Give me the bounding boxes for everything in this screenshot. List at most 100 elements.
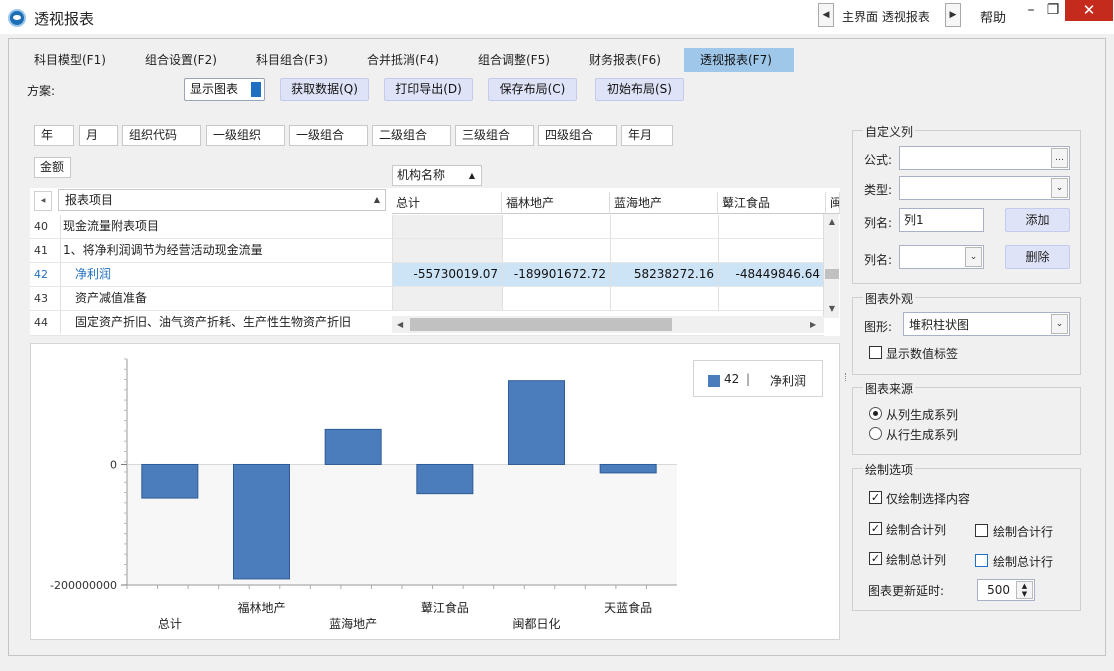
init-layout-button[interactable]: 初始布局(S) (595, 78, 684, 101)
field-combo-l1[interactable]: 一级组合 (289, 125, 368, 146)
cell[interactable] (610, 287, 718, 310)
cell[interactable] (610, 239, 718, 262)
tab-pivot-report[interactable]: 透视报表(F7) (684, 48, 794, 72)
bar[interactable] (599, 463, 657, 474)
draw-total-row-checkbox[interactable] (975, 554, 988, 567)
field-combo-l4[interactable]: 四级组合 (538, 125, 617, 146)
cell[interactable]: -189901672.72 (502, 263, 610, 286)
print-export-button[interactable]: 打印导出(D) (384, 78, 473, 101)
legend-index: 42 (724, 372, 740, 386)
tab-subject-combo[interactable]: 科目组合(F3) (248, 48, 336, 72)
scroll-left-icon[interactable]: ◀ (397, 316, 403, 333)
tab-combo-settings[interactable]: 组合设置(F2) (137, 48, 225, 72)
scroll-down-icon[interactable]: ▼ (824, 304, 840, 313)
appearance-caption: 图表外观 (863, 290, 916, 307)
cell[interactable]: 58238272.16 (610, 263, 718, 286)
shape-select[interactable]: 堆积柱状图 ⌄ (903, 312, 1070, 336)
table-row[interactable]: 41 1、将净利润调节为经营活动现金流量 (30, 239, 824, 263)
save-layout-button[interactable]: 保存布局(C) (488, 78, 577, 101)
chart-legend: 42 | 净利润 (693, 360, 823, 397)
table-row[interactable]: 43 资产减值准备 (30, 287, 824, 311)
window-title: 透视报表 (34, 10, 95, 28)
draw-sum-row-label: 绘制合计行 (993, 525, 1054, 539)
bar[interactable] (508, 380, 565, 465)
cell-total[interactable] (392, 239, 502, 262)
col-header-mindu[interactable]: 闽 (826, 192, 840, 214)
bar[interactable] (416, 463, 474, 495)
scroll-up-icon[interactable]: ▲ (824, 217, 840, 226)
add-column-button[interactable]: 添加 (1005, 208, 1070, 232)
field-combo-l3[interactable]: 三级组合 (455, 125, 534, 146)
cell[interactable] (502, 239, 610, 262)
cell[interactable] (718, 287, 824, 310)
cell[interactable] (718, 215, 824, 238)
show-labels-checkbox[interactable] (869, 346, 882, 359)
cell[interactable]: -48449846.64 (718, 263, 824, 286)
tab-financial-report[interactable]: 财务报表(F6) (581, 48, 669, 72)
cell[interactable] (502, 215, 610, 238)
cell-total[interactable] (392, 215, 502, 238)
show-chart-toggle[interactable]: 显示图表 (184, 78, 265, 101)
draw-sum-col-checkbox[interactable]: ✓ (869, 522, 882, 535)
ellipsis-icon[interactable]: … (1051, 148, 1068, 168)
cell-total[interactable]: -55730019.07 (392, 263, 502, 286)
tab-consolidation[interactable]: 合并抵消(F4) (359, 48, 447, 72)
cell[interactable] (502, 287, 610, 310)
from-rows-radio[interactable] (869, 427, 882, 440)
legend-swatch (708, 375, 720, 387)
type-select[interactable]: ⌄ (899, 176, 1070, 200)
field-org-l1[interactable]: 一级组织 (206, 125, 285, 146)
close-icon[interactable]: ✕ (1065, 0, 1113, 21)
spin-arrows-icon[interactable]: ▲ ▼ (1016, 581, 1033, 599)
bar[interactable] (233, 463, 290, 580)
colname-input[interactable]: 列1 (899, 208, 984, 232)
delete-column-button[interactable]: 删除 (1005, 245, 1070, 269)
chevron-down-icon[interactable]: ⌄ (1051, 314, 1068, 334)
horizontal-scrollbar[interactable]: ◀ ▶ (392, 316, 824, 333)
chevron-down-icon[interactable]: ⌄ (965, 247, 982, 267)
table-row-selected[interactable]: 42 净利润 -55730019.07 -189901672.72 582382… (30, 263, 824, 287)
scroll-thumb[interactable] (825, 269, 839, 279)
field-org-code[interactable]: 组织代码 (122, 125, 201, 146)
col-header-total[interactable]: 总计 (392, 192, 502, 214)
restore-icon[interactable]: ❐ (1040, 0, 1066, 22)
formula-input[interactable]: … (899, 146, 1070, 170)
splitter-handle[interactable] (845, 373, 848, 381)
data-field-amount[interactable]: 金额 (34, 157, 71, 178)
vertical-scrollbar[interactable]: ▲ ▼ (823, 214, 839, 318)
row-label: 现金流量附表项目 (60, 215, 392, 238)
cell-total[interactable] (392, 287, 502, 310)
nav-forward-icon[interactable]: ▶ (945, 3, 961, 27)
colname2-label: 列名: (864, 253, 893, 267)
column-field-institution[interactable]: 机构名称 ▲ (392, 165, 482, 186)
col-header-fulin[interactable]: 福林地产 (502, 192, 610, 214)
colname-label: 列名: (864, 216, 893, 230)
scroll-right-icon[interactable]: ▶ (810, 316, 816, 333)
fetch-data-button[interactable]: 获取数据(Q) (280, 78, 369, 101)
from-columns-radio[interactable] (869, 407, 882, 420)
field-year-month[interactable]: 年月 (621, 125, 673, 146)
draw-total-col-checkbox[interactable]: ✓ (869, 552, 882, 565)
row-field-report-item[interactable]: 报表项目 ▲ (58, 189, 386, 211)
cell[interactable] (610, 215, 718, 238)
col-header-lijiang[interactable]: 鼙江食品 (718, 192, 826, 214)
help-link[interactable]: 帮助 (980, 7, 1006, 26)
row-expand-icon[interactable]: ◀ (34, 191, 52, 211)
col-header-lanhai[interactable]: 蓝海地产 (610, 192, 718, 214)
field-year[interactable]: 年 (34, 125, 74, 146)
scroll-thumb[interactable] (410, 318, 672, 331)
field-combo-l2[interactable]: 二级组合 (372, 125, 451, 146)
table-row[interactable]: 40 现金流量附表项目 (30, 215, 824, 239)
nav-back-icon[interactable]: ◀ (818, 3, 834, 27)
colname-select[interactable]: ⌄ (899, 245, 984, 269)
chevron-down-icon[interactable]: ⌄ (1051, 178, 1068, 198)
draw-sum-row-checkbox[interactable] (975, 524, 988, 537)
cell[interactable] (718, 239, 824, 262)
tab-subject-model[interactable]: 科目模型(F1) (26, 48, 114, 72)
delay-stepper[interactable]: 500 ▲ ▼ (977, 579, 1035, 601)
field-month[interactable]: 月 (79, 125, 118, 146)
bar[interactable] (141, 463, 199, 499)
bar[interactable] (324, 428, 382, 465)
tab-combo-adjust[interactable]: 组合调整(F5) (470, 48, 558, 72)
only-selected-checkbox[interactable]: ✓ (869, 491, 882, 504)
